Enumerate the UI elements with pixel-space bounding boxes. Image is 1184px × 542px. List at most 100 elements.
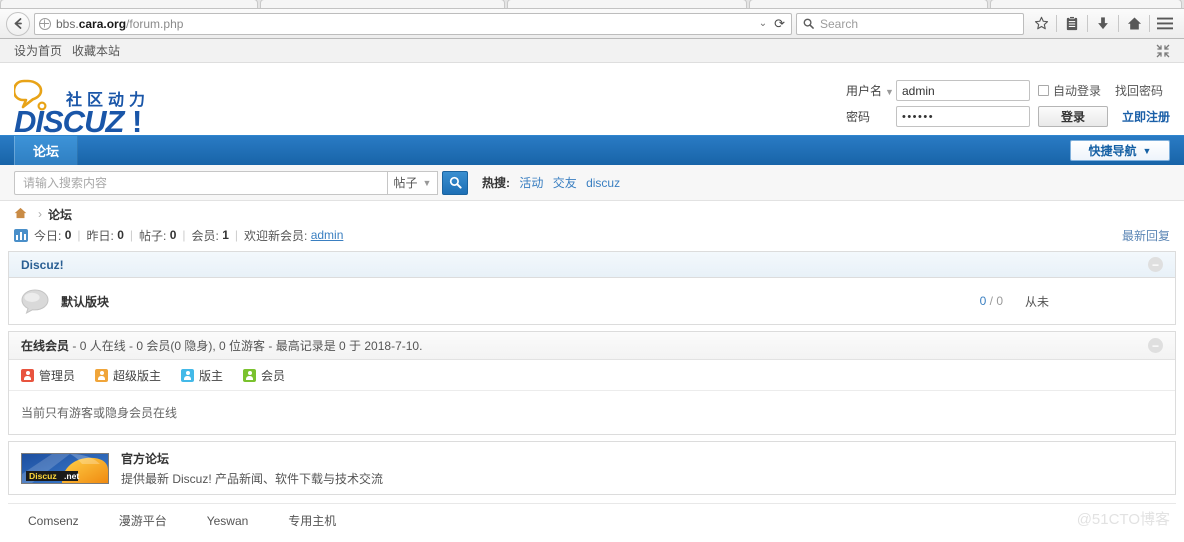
new-member-link[interactable]: admin (311, 228, 344, 242)
stats-divider: | (129, 228, 133, 242)
toolbar-divider (1118, 15, 1119, 32)
forum-category-panel: Discuz! − 默认版块 0 / 0 从未 (8, 251, 1176, 325)
discuz-net-banner[interactable]: Discuz .net (21, 452, 109, 484)
url-bar[interactable]: bbs.cara.org/forum.php ⌄ ⟳ (34, 12, 792, 35)
url-host: cara.org (78, 16, 127, 31)
login-username-row: 用户名 ▼ admin 自动登录 找回密码 (846, 79, 1170, 102)
online-members-summary: - 0 人在线 - 0 会员(0 隐身), 0 位游客 - 最高记录是 0 于 … (72, 339, 423, 353)
latest-reply-link[interactable]: 最新回复 (1122, 227, 1170, 244)
username-input[interactable]: admin (895, 80, 1030, 101)
bookmark-site-link[interactable]: 收藏本站 (72, 42, 120, 59)
hot-search: 热搜: 活动 交友 discuz (482, 174, 620, 191)
browser-tab[interactable] (259, 0, 506, 8)
minus-circle-icon[interactable]: − (1148, 257, 1163, 272)
set-homepage-link[interactable]: 设为首页 (14, 42, 62, 59)
back-arrow-icon (14, 18, 22, 29)
official-forum-panel: Discuz .net 官方论坛 提供最新 Discuz! 产品新闻、软件下载与… (8, 441, 1176, 495)
browser-tab[interactable] (507, 0, 747, 8)
official-forum-text: 官方论坛 提供最新 Discuz! 产品新闻、软件下载与技术交流 (121, 450, 383, 487)
autologin-toggle[interactable]: 自动登录 (1037, 82, 1101, 99)
footer-link-yeswan[interactable]: Yeswan (207, 514, 249, 528)
site-logo[interactable]: 社区动力 DISCUZ ! (14, 73, 204, 135)
forum-name[interactable]: 默认版块 (61, 293, 109, 310)
legend-item-admin: 管理员 (21, 367, 75, 384)
hot-search-link-3[interactable]: discuz (586, 176, 620, 190)
svg-text:.net: .net (64, 471, 79, 481)
password-input[interactable]: •••••• (895, 106, 1030, 127)
footer-link-manyou[interactable]: 漫游平台 (119, 512, 167, 529)
autologin-checkbox[interactable] (1037, 85, 1049, 96)
quick-nav-button[interactable]: 快捷导航 ▼ (1070, 140, 1170, 161)
chevron-down-icon: ▼ (1142, 145, 1152, 156)
legend-label: 会员 (261, 368, 286, 383)
browser-tab-strip[interactable] (0, 0, 1184, 9)
stats-members-value: 1 (222, 228, 229, 242)
browser-tab[interactable] (0, 0, 258, 8)
register-link[interactable]: 立即注册 (1122, 108, 1170, 125)
official-forum-row[interactable]: Discuz .net 官方论坛 提供最新 Discuz! 产品新闻、软件下载与… (9, 442, 1175, 494)
legend-item-supermod: 超级版主 (95, 367, 161, 384)
browser-toolbar: bbs.cara.org/forum.php ⌄ ⟳ Search (0, 9, 1184, 39)
footer-link-comsenz[interactable]: Comsenz (28, 514, 79, 528)
menu-icon[interactable] (1152, 12, 1178, 36)
legend-label: 管理员 (39, 368, 76, 383)
bookmark-star-icon[interactable] (1028, 12, 1054, 36)
minus-circle-icon[interactable]: − (1148, 338, 1163, 353)
downloads-icon[interactable] (1090, 12, 1116, 36)
home-icon[interactable] (14, 207, 27, 222)
footer-link-host[interactable]: 专用主机 (288, 512, 336, 529)
forum-list-item[interactable]: 默认版块 0 / 0 从未 (9, 278, 1175, 324)
stats-welcome-label: 欢迎新会员: (244, 228, 308, 243)
bar-chart-icon (14, 228, 28, 242)
discuz-logo-icon: 社区动力 DISCUZ ! (14, 79, 145, 135)
official-forum-desc: 提供最新 Discuz! 产品新闻、软件下载与技术交流 (121, 471, 384, 486)
login-button[interactable]: 登录 (1037, 106, 1108, 127)
svg-text:Discuz: Discuz (29, 471, 57, 481)
forgot-password-link[interactable]: 找回密码 (1115, 82, 1163, 99)
autologin-label: 自动登录 (1052, 84, 1101, 98)
official-forum-title[interactable]: 官方论坛 (121, 450, 383, 467)
page-content: 设为首页 收藏本站 社区动力 DISCUZ ! 用户名 ▼ admin 自动登录… (0, 39, 1184, 537)
online-members-title: 在线会员 (21, 339, 70, 353)
hot-search-link-2[interactable]: 交友 (553, 176, 577, 190)
collapse-icon[interactable] (1155, 43, 1170, 58)
nav-tab-forum[interactable]: 论坛 (14, 136, 79, 165)
browser-action-icons (1028, 12, 1178, 36)
stats-yesterday-label: 昨日: (86, 228, 114, 243)
legend-label: 版主 (199, 368, 224, 383)
svg-text:!: ! (132, 104, 142, 135)
browser-search-bar[interactable]: Search (796, 12, 1024, 35)
site-header: 社区动力 DISCUZ ! 用户名 ▼ admin 自动登录 找回密码 密码 ••… (0, 63, 1184, 135)
stats-divider: | (182, 228, 186, 242)
browser-tab[interactable] (990, 0, 1182, 8)
reload-icon[interactable]: ⟳ (774, 16, 785, 32)
url-prefix: bbs. (56, 16, 79, 31)
toolbar-divider (1056, 15, 1057, 32)
stats-today-label: 今日: (34, 228, 62, 243)
breadcrumb-separator: › (38, 207, 42, 221)
library-icon[interactable] (1059, 12, 1085, 36)
chevron-down-icon[interactable]: ⌄ (759, 18, 767, 29)
stats-today-value: 0 (64, 228, 72, 242)
main-nav-bar: 论坛 快捷导航 ▼ (0, 135, 1184, 165)
search-submit-button[interactable] (442, 170, 468, 195)
search-type-label: 帖子 (393, 176, 418, 190)
forum-category-title[interactable]: Discuz! (21, 258, 64, 272)
legend-item-mod: 版主 (181, 367, 223, 384)
back-button[interactable] (6, 11, 30, 36)
username-label[interactable]: 用户名 ▼ (846, 82, 896, 99)
online-members-panel: 在线会员 - 0 人在线 - 0 会员(0 隐身), 0 位游客 - 最高记录是… (8, 331, 1176, 435)
chevron-down-icon: ▼ (885, 87, 894, 97)
breadcrumb-current[interactable]: 论坛 (48, 206, 72, 223)
search-type-select[interactable]: 帖子 ▼ (388, 170, 438, 195)
home-icon[interactable] (1121, 12, 1147, 36)
browser-chrome: bbs.cara.org/forum.php ⌄ ⟳ Search (0, 0, 1184, 39)
site-footer: Comsenz 漫游平台 Yeswan 专用主机 @51CTO博客 (8, 503, 1176, 537)
hot-search-link-1[interactable]: 活动 (519, 176, 543, 190)
forum-stats: 今日: 0 | 昨日: 0 | 帖子: 0 | 会员: 1 | 欢迎新会员: a… (0, 223, 1184, 245)
browser-tab[interactable] (748, 0, 989, 8)
site-search-input[interactable]: 请输入搜索内容 (14, 170, 388, 195)
forum-count-separator: / (989, 294, 993, 308)
legend-label: 超级版主 (113, 368, 162, 383)
